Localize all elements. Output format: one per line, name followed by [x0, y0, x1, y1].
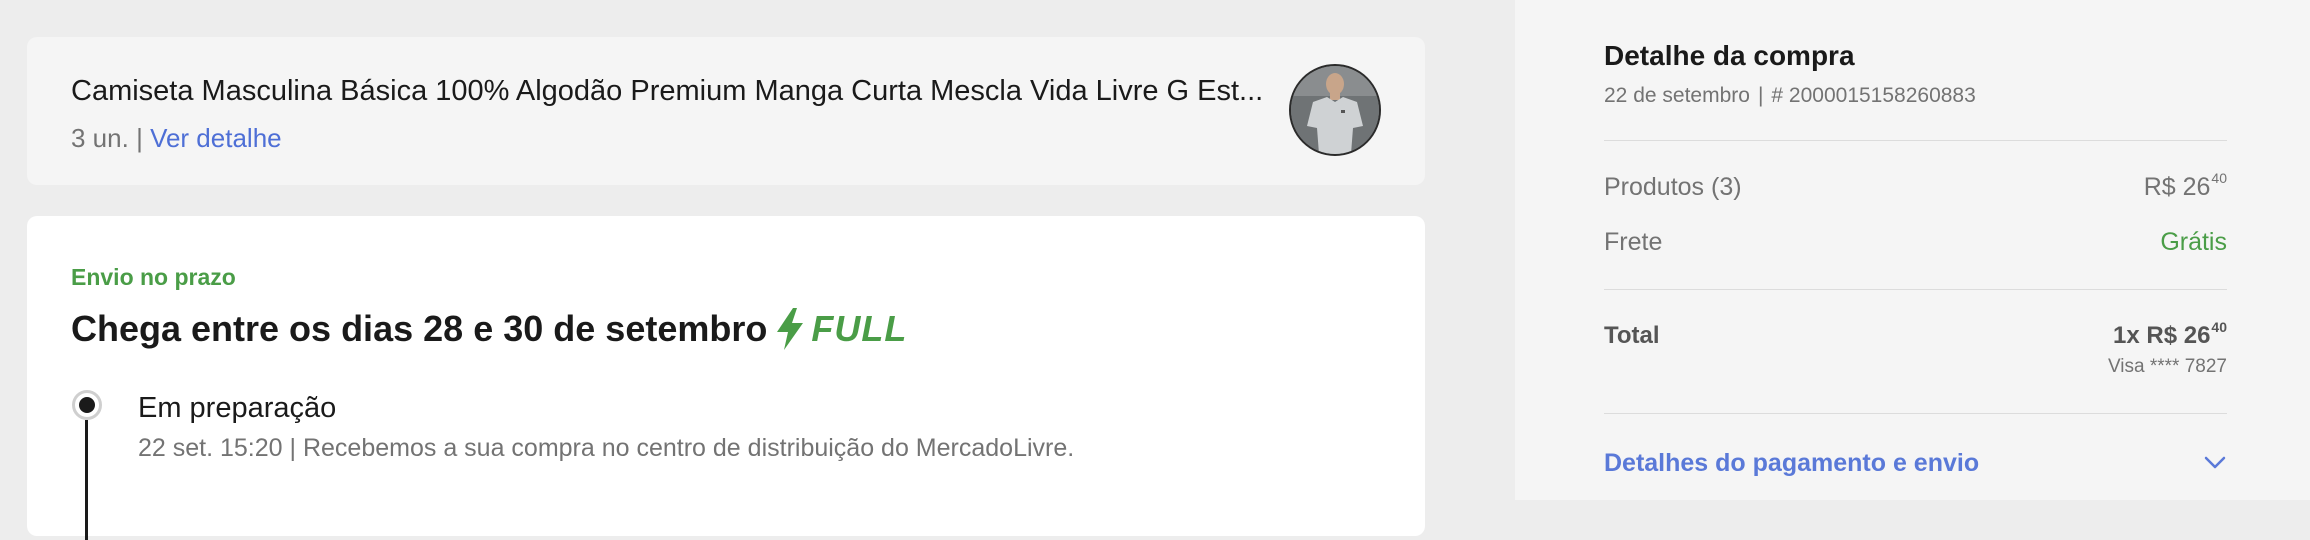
shirt-image-icon: [1291, 66, 1379, 154]
total-value: 1x R$ 2640: [2113, 319, 2227, 350]
product-card[interactable]: Camiseta Masculina Básica 100% Algodão P…: [27, 37, 1425, 185]
product-quantity: 3 un.: [71, 123, 129, 153]
order-meta: 22 de setembro | # 2000015158260883: [1604, 84, 1976, 108]
shipment-status: Envio no prazo: [71, 264, 236, 290]
view-detail-link[interactable]: Ver detalhe: [150, 123, 282, 153]
total-label: Total: [1604, 322, 1660, 349]
step-title: Em preparação: [138, 392, 337, 424]
day-to: 30: [503, 308, 544, 349]
total-price: 1x R$ 26: [2113, 322, 2211, 349]
divider: [1604, 289, 2227, 290]
total-cents: 40: [2211, 319, 2227, 335]
divider: [1604, 413, 2227, 414]
products-label: Produtos (3): [1604, 173, 1742, 201]
delivery-estimate: Chega entre os dias 28 e 30 de setembro …: [71, 308, 907, 350]
summary-title: Detalhe da compra: [1604, 40, 1855, 71]
products-price: R$ 26: [2143, 173, 2211, 201]
divider: [1604, 140, 2227, 141]
step-time: 22 set. 15:20: [138, 434, 283, 462]
product-thumbnail[interactable]: [1289, 64, 1381, 156]
separator: |: [136, 123, 143, 153]
heading-suffix: de setembro: [553, 308, 768, 349]
timeline-line: [85, 420, 88, 540]
shipping-value: Grátis: [2160, 228, 2227, 256]
product-info: 3 un. | Ver detalhe: [71, 123, 282, 154]
payment-details-link[interactable]: Detalhes do pagamento e envio: [1604, 449, 1979, 478]
chevron-down-icon[interactable]: [2203, 455, 2227, 471]
main-content: Camiseta Masculina Básica 100% Algodão P…: [0, 0, 1515, 540]
separator: |: [1757, 84, 1764, 107]
order-date: 22 de setembro: [1604, 84, 1750, 107]
heading-and: e: [473, 308, 494, 349]
product-title: Camiseta Masculina Básica 100% Algodão P…: [71, 75, 1264, 107]
step-text: Recebemos a sua compra no centro de dist…: [302, 434, 1075, 462]
products-cents: 40: [2211, 170, 2227, 186]
purchase-summary: Detalhe da compra 22 de setembro | # 20000…: [1515, 0, 2310, 500]
timeline-dot-icon: [72, 390, 102, 420]
day-from: 28: [423, 308, 464, 349]
shipping-label: Frete: [1604, 228, 1663, 256]
payment-card: Visa **** 7827: [2107, 356, 2227, 377]
heading-prefix: Chega entre os dias: [71, 308, 414, 349]
lightning-bolt-icon: [777, 308, 804, 350]
shipment-card: Envio no prazo Chega entre os dias 28 e …: [27, 216, 1425, 540]
full-badge: FULL: [775, 308, 907, 350]
products-value: R$ 2640: [2143, 170, 2227, 202]
separator: |: [289, 434, 297, 462]
full-label: FULL: [811, 308, 908, 349]
step-description: 22 set. 15:20 | Recebemos a sua compra n…: [138, 434, 1074, 463]
order-number: # 2000015158260883: [1771, 84, 1976, 107]
